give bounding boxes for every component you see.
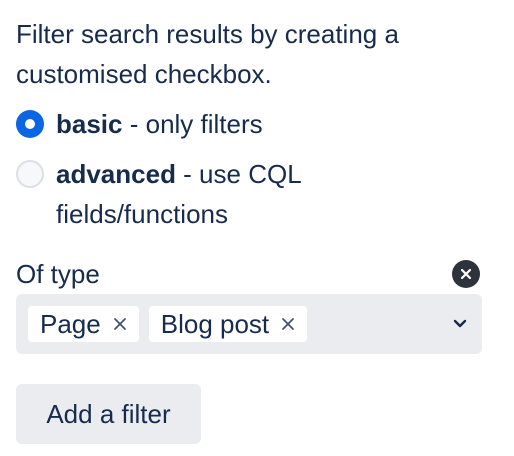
chevron-down-icon[interactable] <box>452 316 468 332</box>
close-icon[interactable] <box>111 315 129 333</box>
chip-page: Page <box>28 306 139 342</box>
type-filter-label: Of type <box>16 259 100 289</box>
radio-label-basic-desc: - only filters <box>122 109 263 139</box>
chip-blog-post: Blog post <box>148 306 308 342</box>
radio-option-basic[interactable]: basic - only filters <box>16 104 482 144</box>
clear-circle-icon[interactable] <box>452 260 480 288</box>
radio-label-basic: basic - only filters <box>56 104 356 144</box>
type-multiselect[interactable]: Page Blog post <box>16 294 482 354</box>
radio-label-basic-title: basic <box>56 109 123 139</box>
radio-unchecked-icon[interactable] <box>16 160 44 188</box>
intro-text: Filter search results by creating a cust… <box>16 19 399 89</box>
radio-label-advanced: advanced - use CQL fields/functions <box>56 154 356 234</box>
close-icon[interactable] <box>279 315 297 333</box>
type-filter-header: Of type <box>16 254 482 294</box>
radio-label-advanced-title: advanced <box>56 159 176 189</box>
filter-panel: Filter search results by creating a cust… <box>16 14 482 444</box>
radio-option-advanced[interactable]: advanced - use CQL fields/functions <box>16 154 482 234</box>
radio-checked-icon[interactable] <box>16 110 44 138</box>
add-filter-button[interactable]: Add a filter <box>16 384 201 444</box>
chip-label: Page <box>40 308 101 339</box>
chip-label: Blog post <box>160 308 270 339</box>
